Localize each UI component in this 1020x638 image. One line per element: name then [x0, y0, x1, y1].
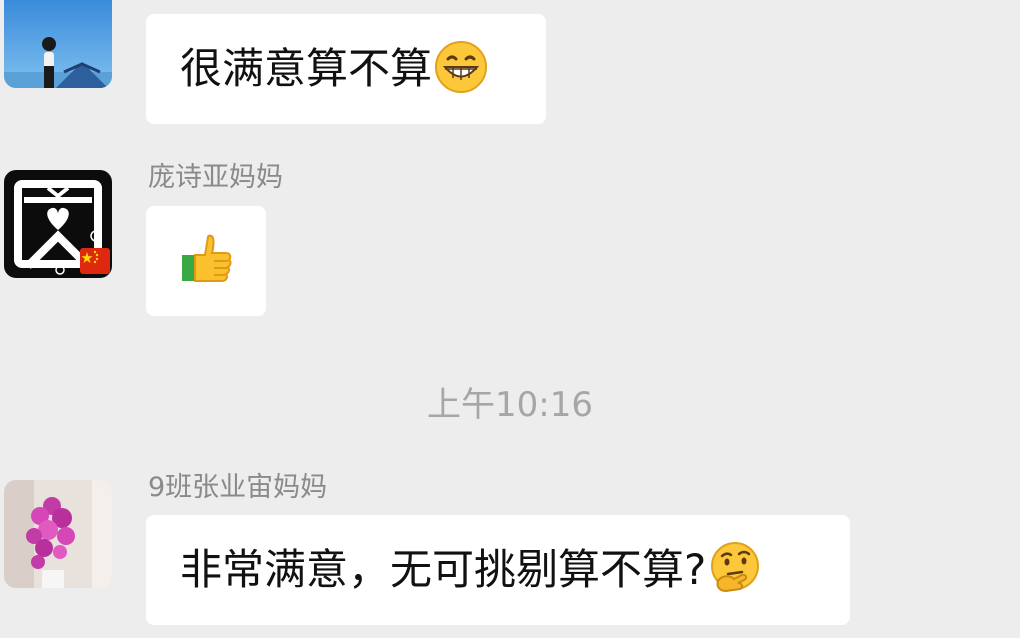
avatar-photo-orchid	[4, 480, 112, 588]
chat-view: 很满意算不算 庞诗亚妈妈 上午10:16 9班张业宙妈妈 非常满意，无可挑剔算不…	[0, 0, 1020, 638]
message-text: 很满意算不算	[180, 44, 433, 93]
avatar-sender-1[interactable]	[4, 0, 112, 88]
avatar-sender-3[interactable]	[4, 480, 112, 588]
message-bubble-2[interactable]	[146, 206, 266, 316]
message-text: 非常满意，无可挑剔算不算?	[180, 545, 707, 594]
avatar-sender-2[interactable]	[4, 170, 112, 278]
thinking-face-icon	[708, 541, 762, 599]
china-flag-icon	[80, 248, 110, 278]
timestamp-divider: 上午10:16	[427, 385, 593, 425]
thumbs-up-icon	[178, 231, 234, 291]
message-bubble-3[interactable]: 非常满意，无可挑剔算不算?	[146, 515, 850, 625]
grinning-face-icon	[434, 40, 488, 98]
sender-name: 9班张业宙妈妈	[148, 472, 328, 503]
sender-name: 庞诗亚妈妈	[148, 162, 283, 193]
message-bubble-1[interactable]: 很满意算不算	[146, 14, 546, 124]
avatar-photo-beach	[4, 0, 112, 88]
